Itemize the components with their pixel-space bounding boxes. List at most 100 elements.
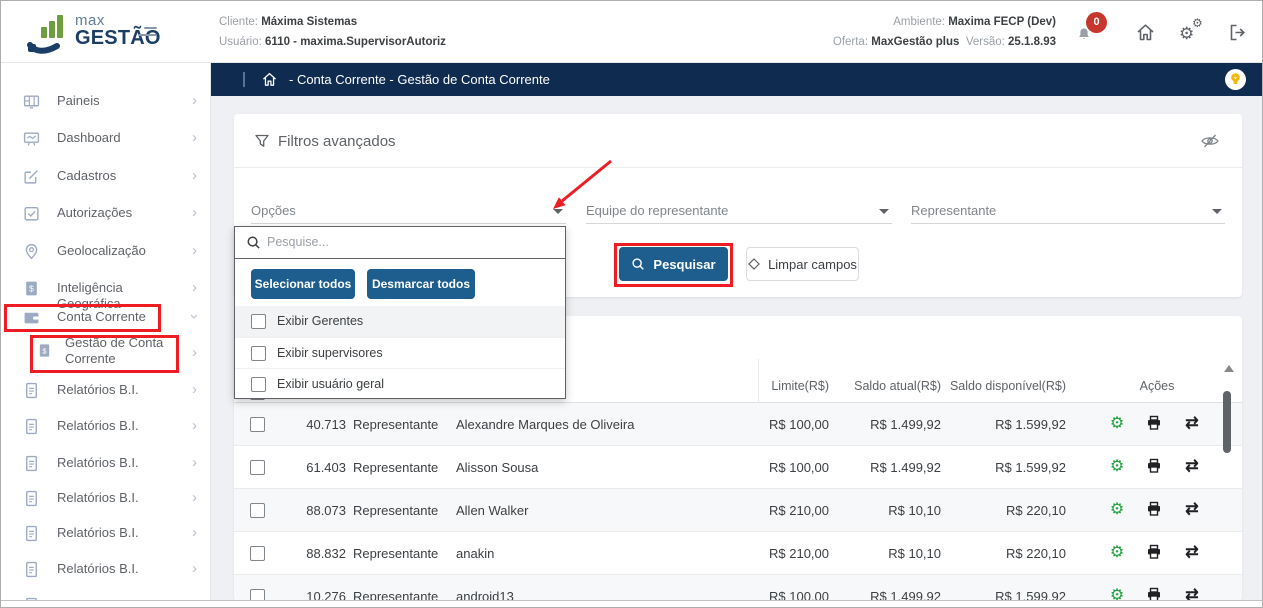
printer-icon[interactable] [1145, 458, 1163, 476]
notifications-button[interactable]: 0 [1073, 11, 1113, 51]
table-scrollbar[interactable] [1222, 363, 1234, 601]
search-button[interactable]: Pesquisar [619, 247, 728, 281]
sidebar-item-relatorios-bi[interactable]: Relatórios B.I. › [1, 554, 211, 584]
sidebar-item-label: Relatórios B.I. [57, 525, 175, 541]
row-available-balance: R$ 220,10 [936, 503, 1066, 518]
transfer-icon[interactable]: ⇄ [1183, 587, 1201, 601]
row-current-balance: R$ 1.499,92 [831, 460, 941, 475]
sidebar-item-cadastros[interactable]: Cadastros › [1, 161, 211, 191]
row-type: Representante [353, 546, 438, 561]
column-header-limit: Limite(R$) [729, 379, 829, 393]
sidebar-item-paineis[interactable]: Paineis › [1, 86, 211, 116]
check-square-icon [23, 205, 40, 227]
sidebar-item-label: Relatórios B.I. [57, 561, 175, 577]
sidebar-item-geolocalizacao[interactable]: Geolocalização › [1, 236, 211, 266]
settings-button[interactable]: ⚙ ⚙ [1179, 17, 1209, 47]
configure-gear-icon[interactable]: ⚙ [1108, 587, 1126, 601]
row-checkbox[interactable] [250, 417, 265, 432]
scrollbar-thumb[interactable] [1223, 391, 1231, 453]
sidebar-item-autorizacoes[interactable]: Autorizações › [1, 198, 211, 228]
row-code: 88.073 [286, 503, 346, 518]
report-icon [23, 418, 40, 440]
option-label: Exibir supervisores [277, 346, 383, 360]
sidebar-item-relatorios-bi[interactable]: Relatórios B.I. › [1, 411, 211, 441]
row-available-balance: R$ 1.599,92 [936, 460, 1066, 475]
menu-toggle-icon[interactable] [137, 25, 159, 39]
row-type: Representante [353, 460, 438, 475]
sidebar-item-label: Gestão de Conta Corrente [65, 335, 173, 367]
env-value: Maxima FECP (Dev) [948, 16, 1056, 28]
row-code: 88.832 [286, 546, 346, 561]
hide-filters-eye-slash-icon[interactable] [1200, 131, 1220, 156]
options-select[interactable]: Opções [251, 198, 566, 224]
table-row[interactable]: 88.073 Representante Allen Walker R$ 210… [234, 489, 1242, 532]
row-name: Alexandre Marques de Oliveira [456, 417, 634, 432]
transfer-icon[interactable]: ⇄ [1183, 458, 1201, 476]
row-current-balance: R$ 10,10 [831, 503, 941, 518]
sidebar-item-relatorios-bi[interactable]: Relatórios B.I. › [1, 375, 211, 405]
dropdown-search-input[interactable] [267, 227, 557, 257]
logout-button[interactable] [1227, 22, 1249, 44]
dropdown-option-exibir-gerentes[interactable]: Exibir Gerentes [235, 306, 565, 337]
scroll-up-arrow[interactable] [1224, 365, 1234, 372]
sidebar-item-gestao-de-conta-corrente[interactable]: $ Gestão de Conta Corrente › [1, 331, 211, 375]
transfer-icon[interactable]: ⇄ [1183, 544, 1201, 562]
column-header-available-balance: Saldo disponível(R$) [936, 379, 1066, 393]
sidebar: Paineis › Dashboard › Cadastros › Autori… [1, 63, 211, 601]
configure-gear-icon[interactable]: ⚙ [1108, 415, 1126, 433]
report-icon [23, 561, 40, 583]
sidebar-item-relatorios-bi[interactable]: Relatórios B.I. › [1, 483, 211, 513]
rep-team-select[interactable]: Equipe do representante [586, 198, 892, 224]
client-user-info: Cliente: Máxima Sistemas Usuário: 6110 -… [219, 12, 446, 52]
transfer-icon[interactable]: ⇄ [1183, 501, 1201, 519]
filter-icon [254, 133, 270, 154]
printer-icon[interactable] [1145, 587, 1163, 601]
transfer-icon[interactable]: ⇄ [1183, 415, 1201, 433]
sidebar-item-relatorios-bi[interactable]: Relatórios B.I. › [1, 518, 211, 548]
table-row[interactable]: 40.713 Representante Alexandre Marques d… [234, 403, 1242, 446]
dropdown-option-exibir-usuario-geral[interactable]: Exibir usuário geral [235, 368, 565, 399]
row-checkbox[interactable] [250, 546, 265, 561]
sidebar-item-label: Geolocalização [57, 243, 175, 259]
configure-gear-icon[interactable]: ⚙ [1108, 544, 1126, 562]
row-code: 61.403 [286, 460, 346, 475]
notification-badge: 0 [1086, 12, 1107, 33]
chevron-right-icon: › [192, 489, 197, 506]
deselect-all-button[interactable]: Desmarcar todos [367, 269, 475, 299]
table-row[interactable]: 10.276 Representante android13 R$ 100,00… [234, 575, 1242, 601]
breadcrumb: - Conta Corrente - Gestão de Conta Corre… [289, 72, 550, 87]
option-checkbox[interactable] [251, 314, 266, 329]
row-checkbox[interactable] [250, 460, 265, 475]
representative-select[interactable]: Representante [911, 198, 1225, 224]
version-value: 25.1.8.93 [1008, 36, 1056, 48]
configure-gear-icon[interactable]: ⚙ [1108, 458, 1126, 476]
sidebar-item-dashboard[interactable]: Dashboard › [1, 123, 211, 153]
sidebar-item-relatorios-bi[interactable]: Relatórios B.I. › [1, 448, 211, 478]
table-row[interactable]: 61.403 Representante Alisson Sousa R$ 10… [234, 446, 1242, 489]
chevron-down-icon: › [192, 308, 197, 325]
table-row[interactable]: 88.832 Representante anakin R$ 210,00 R$… [234, 532, 1242, 575]
sidebar-item-conta-corrente[interactable]: Conta Corrente › [1, 302, 211, 332]
wallet-icon [23, 309, 40, 331]
printer-icon[interactable] [1145, 544, 1163, 562]
dropdown-option-exibir-supervisores[interactable]: Exibir supervisores [235, 337, 565, 368]
select-all-button[interactable]: Selecionar todos [251, 269, 355, 299]
printer-icon[interactable] [1145, 415, 1163, 433]
offer-value: MaxGestão plus [871, 36, 959, 48]
breadcrumb-home-icon[interactable] [261, 71, 278, 93]
report-icon [23, 490, 40, 512]
chevron-right-icon: › [192, 454, 197, 471]
chevron-right-icon: › [192, 279, 197, 296]
row-checkbox[interactable] [250, 503, 265, 518]
option-checkbox[interactable] [251, 377, 266, 392]
search-button-label: Pesquisar [653, 257, 715, 272]
home-button[interactable] [1135, 22, 1157, 44]
clear-fields-button[interactable]: Limpar campos [746, 247, 859, 281]
sidebar-item-inteligencia-geografica[interactable]: $ Inteligência Geográfica › [1, 273, 211, 303]
configure-gear-icon[interactable]: ⚙ [1108, 501, 1126, 519]
option-checkbox[interactable] [251, 346, 266, 361]
gear-small-icon: ⚙ [1192, 17, 1203, 29]
help-tips-button[interactable] [1225, 69, 1246, 90]
printer-icon[interactable] [1145, 501, 1163, 519]
caret-down-icon [879, 209, 889, 214]
